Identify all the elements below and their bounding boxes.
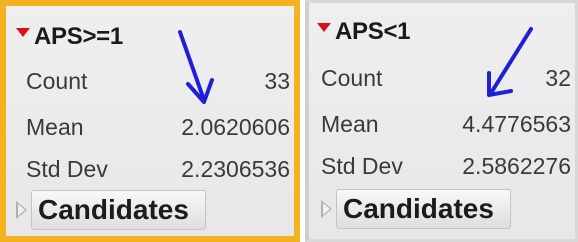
stat-row-std-dev: Std Dev 2.5862276 [317, 151, 575, 181]
panel-title: APS>=1 [34, 23, 123, 50]
stat-value: 2.0620606 [181, 114, 290, 140]
stat-value: 4.4776563 [462, 111, 571, 137]
summary-panel-aps-ge-1: APS>=1 Count 33 Mean 2.0620606 Std Dev 2… [0, 0, 300, 242]
expand-triangle-icon[interactable] [321, 200, 332, 218]
red-triangle-icon[interactable] [317, 22, 331, 32]
stat-label: Std Dev [321, 153, 403, 179]
candidates-button[interactable]: Candidates [336, 189, 511, 229]
panel-title-row[interactable]: APS>=1 [16, 20, 123, 54]
expand-triangle-icon[interactable] [16, 201, 27, 219]
candidates-button[interactable]: Candidates [31, 190, 206, 230]
stat-row-count: Count 32 [317, 63, 575, 93]
stat-label: Std Dev [26, 156, 108, 182]
stat-value: 32 [545, 65, 571, 91]
stat-row-mean: Mean 2.0620606 [16, 112, 292, 142]
report-window: APS>=1 Count 33 Mean 2.0620606 Std Dev 2… [0, 0, 578, 242]
panel-title: APS<1 [335, 18, 411, 45]
red-triangle-icon[interactable] [16, 27, 30, 37]
stat-row-std-dev: Std Dev 2.2306536 [16, 154, 292, 184]
panel-title-row[interactable]: APS<1 [317, 15, 411, 49]
summary-panel-aps-lt-1: APS<1 Count 32 Mean 4.4776563 Std Dev 2.… [305, 0, 578, 242]
candidates-outline[interactable]: Candidates [16, 190, 206, 230]
stat-value: 2.2306536 [181, 156, 290, 182]
stat-value: 33 [264, 68, 290, 94]
candidates-outline[interactable]: Candidates [321, 189, 511, 229]
stat-label: Mean [321, 111, 379, 137]
stat-label: Count [26, 68, 88, 94]
stat-row-count: Count 33 [16, 66, 292, 96]
stat-value: 2.5862276 [462, 153, 571, 179]
stat-label: Count [321, 65, 383, 91]
stat-row-mean: Mean 4.4776563 [317, 109, 575, 139]
stat-label: Mean [26, 114, 84, 140]
